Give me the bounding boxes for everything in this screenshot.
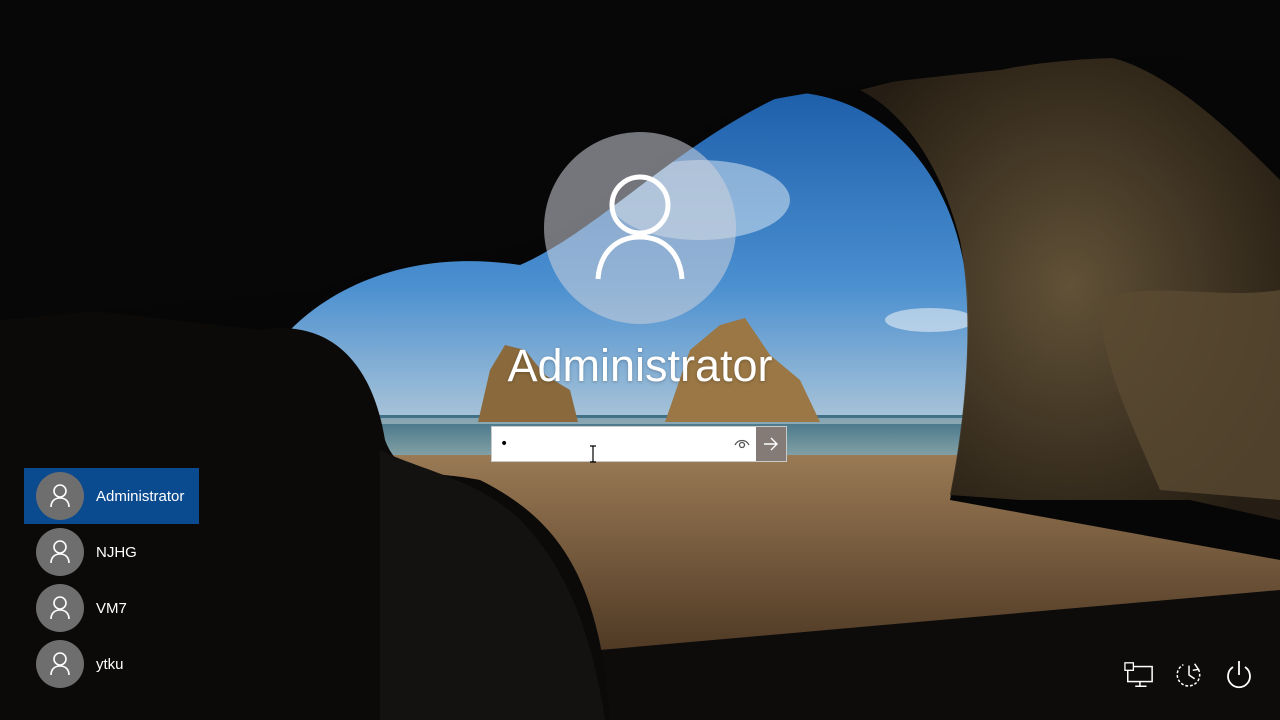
ease-of-access-icon[interactable] <box>1174 658 1204 692</box>
password-input[interactable] <box>492 427 728 461</box>
selected-username: Administrator <box>507 340 773 391</box>
user-list: Administrator NJHG VM7 ytku <box>24 468 199 692</box>
text-cursor-icon <box>590 445 596 463</box>
user-silhouette-icon <box>595 174 685 280</box>
user-item-administrator[interactable]: Administrator <box>24 468 199 524</box>
user-silhouette-icon <box>50 596 70 620</box>
user-avatar-small <box>36 584 84 632</box>
network-icon[interactable] <box>1124 658 1154 692</box>
user-silhouette-icon <box>50 484 70 508</box>
arrow-right-icon <box>764 437 778 451</box>
user-avatar-small <box>36 640 84 688</box>
user-item-njhg[interactable]: NJHG <box>24 524 199 580</box>
user-name: Administrator <box>96 487 185 505</box>
user-name: ytku <box>96 655 124 673</box>
user-item-ytku[interactable]: ytku <box>24 636 199 692</box>
password-field-container <box>491 426 787 462</box>
user-avatar-small <box>36 528 84 576</box>
user-item-vm7[interactable]: VM7 <box>24 580 199 636</box>
system-buttons <box>1124 658 1254 692</box>
power-icon[interactable] <box>1224 658 1254 692</box>
submit-button[interactable] <box>756 427 786 461</box>
user-name: VM7 <box>96 599 127 617</box>
user-name: NJHG <box>96 543 137 561</box>
user-avatar-small <box>36 472 84 520</box>
user-avatar <box>544 132 736 324</box>
user-silhouette-icon <box>50 652 70 676</box>
user-silhouette-icon <box>50 540 70 564</box>
eye-icon[interactable] <box>728 427 756 461</box>
